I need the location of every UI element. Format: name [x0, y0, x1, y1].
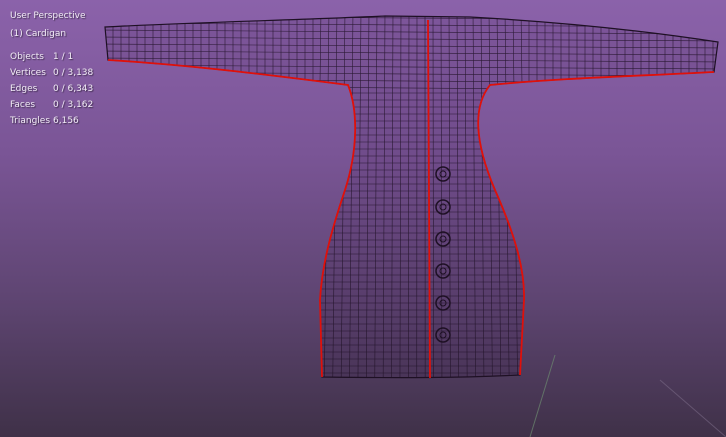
view-name: User Perspective: [10, 11, 86, 21]
stat-value: 1 / 1: [53, 52, 74, 62]
stat-vertices: Vertices 0 / 3,138: [10, 65, 93, 81]
stat-value: 6,156: [53, 116, 79, 126]
scene-statistics: Objects 1 / 1 Vertices 0 / 3,138 Edges 0 / …: [10, 49, 93, 129]
stat-label: Edges: [10, 84, 38, 94]
stat-label: Triangles: [10, 116, 51, 126]
grid-line: [659, 379, 726, 437]
cardigan-mesh-wireframe[interactable]: [100, 10, 720, 380]
stat-edges: Edges 0 / 6,343: [10, 81, 93, 97]
stat-value: 0 / 3,138: [53, 68, 94, 78]
stat-label: Faces: [10, 100, 36, 110]
stat-value: 0 / 3,162: [53, 100, 94, 110]
viewport-info-overlay: User Perspective (1) Cardigan Objects 1 /…: [10, 7, 93, 129]
stat-objects: Objects 1 / 1: [10, 49, 93, 65]
garment-fill: [105, 16, 718, 378]
active-object-label: (1) Cardigan: [10, 29, 67, 39]
stat-triangles: Triangles 6,156: [10, 113, 93, 129]
3d-viewport[interactable]: [0, 0, 726, 437]
stat-label: Objects: [10, 52, 45, 62]
stat-value: 0 / 6,343: [53, 84, 94, 94]
grid-axis-line: [529, 354, 556, 437]
stat-faces: Faces 0 / 3,162: [10, 97, 93, 113]
seam-edge: [107, 59, 357, 378]
stat-label: Vertices: [10, 68, 46, 78]
